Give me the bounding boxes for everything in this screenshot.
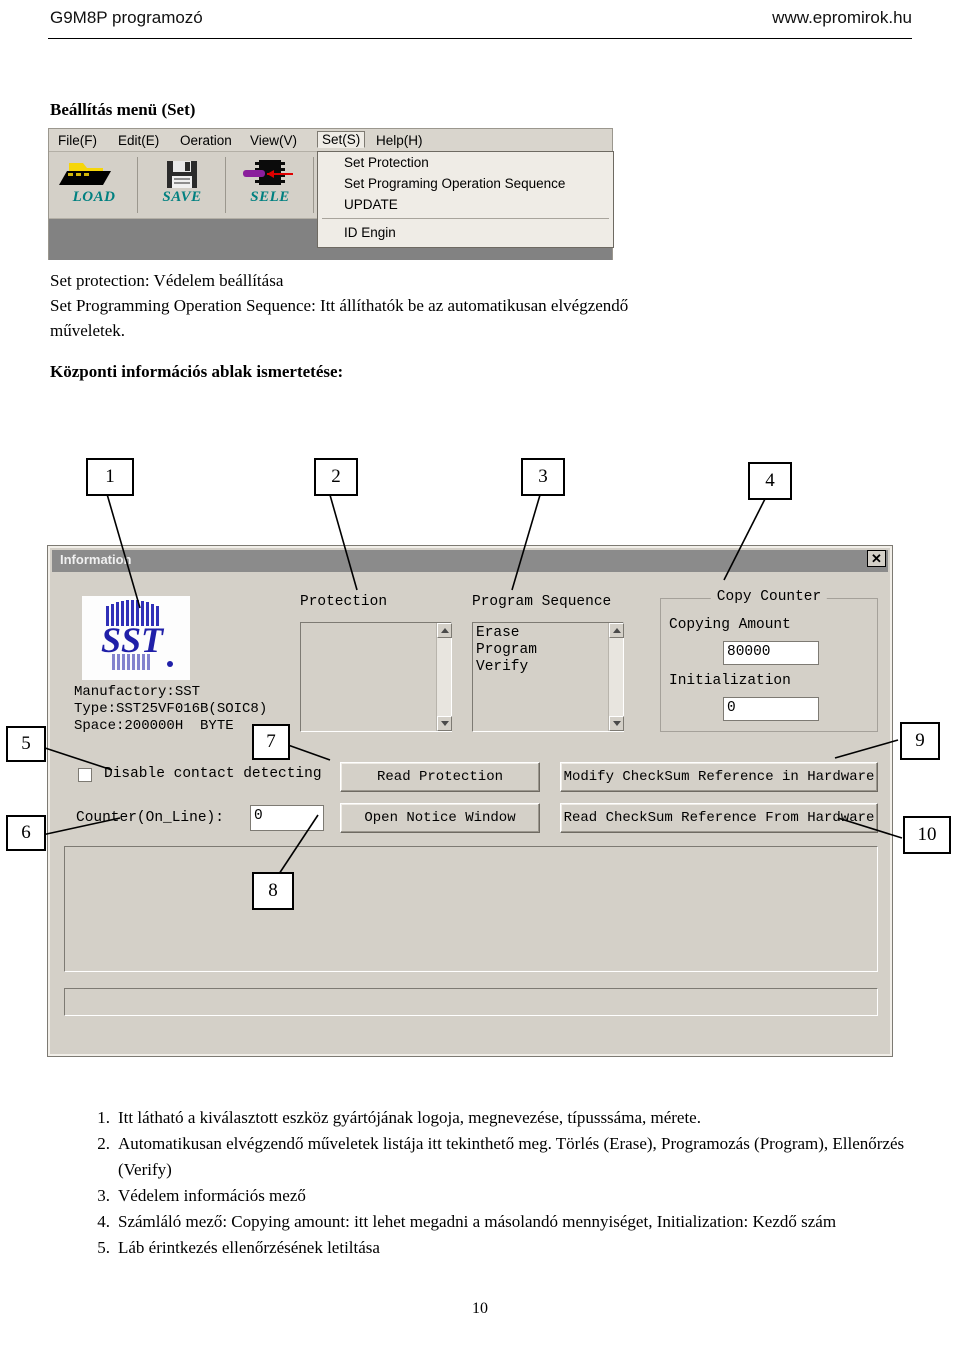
list-item-number: 1. — [97, 1108, 110, 1127]
list-item-number: 2. — [97, 1134, 110, 1153]
list-item-text: Láb érintkezés ellenőrzésének letiltása — [118, 1238, 380, 1257]
list-item-number: 5. — [97, 1238, 110, 1257]
status-strip — [64, 988, 878, 1016]
callout-9: 9 — [900, 722, 940, 760]
header-title-left: G9M8P programozó — [50, 8, 203, 27]
document-page: G9M8P programozó www.epromirok.hu Beállí… — [0, 0, 960, 1353]
toolbar-label-sele: SELE — [250, 189, 290, 205]
menu-bar: File(F) Edit(E) Oeration View(V) Set(S) … — [49, 129, 612, 152]
list-item: 2. Automatikusan elvégzendő műveletek li… — [86, 1131, 916, 1183]
description-line-2: Set Programming Operation Sequence: Itt … — [50, 296, 629, 315]
list-item-text: Itt látható a kiválasztott eszköz gyártó… — [118, 1108, 701, 1127]
callout-leader-lines — [41, 493, 903, 881]
menu-option-set-protection[interactable]: Set Protection — [318, 152, 613, 173]
chip-select-icon — [231, 157, 309, 191]
header-url-right: www.epromirok.hu — [772, 8, 912, 27]
menu-item-file[interactable]: File(F) — [53, 132, 102, 149]
description-line-3: műveletek. — [50, 321, 126, 340]
callout-2: 2 — [314, 458, 358, 496]
list-item-number: 3. — [97, 1186, 110, 1205]
list-item: 1. Itt látható a kiválasztott eszköz gyá… — [86, 1105, 916, 1131]
header-divider — [48, 38, 912, 39]
callout-3: 3 — [521, 458, 565, 496]
callout-4: 4 — [748, 462, 792, 500]
toolbar-separator — [225, 157, 226, 213]
callout-8: 8 — [252, 872, 294, 910]
list-item: 4. Számláló mező: Copying amount: itt le… — [86, 1209, 916, 1235]
page-header: G9M8P programozó www.epromirok.hu — [0, 8, 960, 39]
callout-1: 1 — [86, 458, 134, 496]
callout-7: 7 — [252, 724, 290, 760]
explanation-list: 1. Itt látható a kiválasztott eszköz gyá… — [86, 1105, 916, 1261]
callout-6: 6 — [6, 815, 46, 851]
menu-option-id-engin[interactable]: ID Engin — [318, 222, 613, 243]
app-window-screenshot: File(F) Edit(E) Oeration View(V) Set(S) … — [48, 128, 614, 260]
menu-item-view[interactable]: View(V) — [245, 132, 302, 149]
description-line-1: Set protection: Védelem beállítása — [50, 271, 284, 290]
callout-5: 5 — [6, 726, 46, 762]
menu-item-set[interactable]: Set(S) — [317, 131, 366, 148]
open-folder-icon — [55, 157, 133, 191]
menu-option-set-programing-operation-sequence[interactable]: Set Programing Operation Sequence — [318, 173, 613, 194]
description-subheading: Központi információs ablak ismertetése: — [50, 362, 344, 381]
list-item-text: Védelem információs mező — [118, 1186, 306, 1205]
floppy-disk-icon — [143, 157, 221, 191]
menu-separator — [322, 218, 609, 219]
list-item-number: 4. — [97, 1212, 110, 1231]
menu-item-edit[interactable]: Edit(E) — [113, 132, 164, 149]
callout-10: 10 — [903, 816, 951, 854]
section-heading: Beállítás menü (Set) — [50, 100, 196, 119]
toolbar-separator — [137, 157, 138, 213]
menu-item-oeration[interactable]: Oeration — [175, 132, 237, 149]
list-item-text: Számláló mező: Copying amount: itt lehet… — [118, 1212, 837, 1231]
toolbar-separator — [313, 157, 314, 213]
menu-item-help[interactable]: Help(H) — [371, 132, 428, 149]
page-number: 10 — [472, 1300, 488, 1317]
menu-option-update[interactable]: UPDATE — [318, 194, 613, 215]
toolbar-button-load[interactable]: LOAD — [55, 155, 133, 215]
toolbar-label-load: LOAD — [72, 189, 116, 205]
toolbar-button-save[interactable]: SAVE — [143, 155, 221, 215]
set-menu-dropdown: Set Protection Set Programing Operation … — [317, 151, 614, 248]
list-item: 5. Láb érintkezés ellenőrzésének letiltá… — [86, 1235, 916, 1261]
list-item: 3. Védelem információs mező — [86, 1183, 916, 1209]
toolbar-label-save: SAVE — [162, 189, 202, 205]
toolbar-button-sele[interactable]: SELE — [231, 155, 309, 215]
list-item-text: Automatikusan elvégzendő műveletek listá… — [118, 1134, 905, 1179]
